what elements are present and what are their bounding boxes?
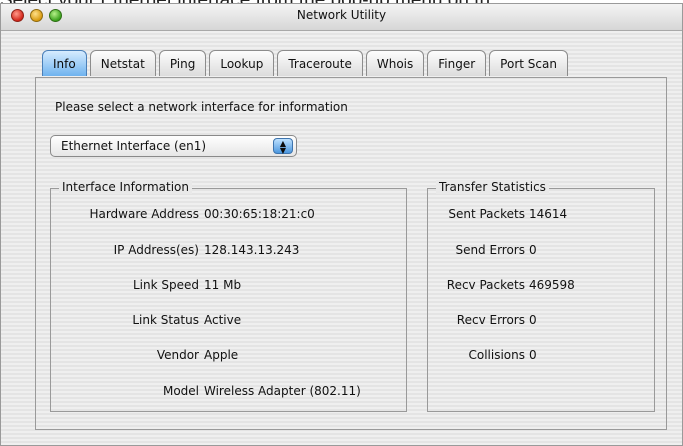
interface-information-group: Interface Information [50,180,407,412]
link-status-label: Link Status [132,313,199,327]
title-bar[interactable]: Network Utility [1,4,682,31]
recv-errors-value: 0 [529,313,537,327]
vendor-value: Apple [204,348,239,362]
send-errors-value: 0 [529,243,537,257]
vendor-label: Vendor [156,348,199,362]
tab-bar: Info Netstat Ping Lookup Traceroute Whoi… [42,50,571,78]
tab-traceroute[interactable]: Traceroute [277,50,363,76]
interface-select[interactable]: Ethernet Interface (en1) ▲ ▼ [50,135,297,157]
collisions-value: 0 [529,348,537,362]
recv-packets-label: Recv Packets [446,278,525,292]
interface-select-value: Ethernet Interface (en1) [61,139,207,153]
ip-address-value: 128.143.13.243 [204,243,300,257]
transfer-statistics-group: Transfer Statistics [427,180,655,412]
interface-information-legend: Interface Information [59,180,193,194]
hardware-address-label: Hardware Address [89,207,199,221]
link-status-value: Active [204,313,242,327]
tab-lookup[interactable]: Lookup [209,50,275,76]
model-label: Model [162,384,199,398]
popup-arrows-icon: ▲ ▼ [273,138,293,155]
hardware-address-value: 00:30:65:18:21:c0 [204,207,315,221]
sent-packets-label: Sent Packets [448,207,525,221]
tab-port-scan[interactable]: Port Scan [489,50,568,76]
recv-packets-value: 469598 [529,278,575,292]
window-title: Network Utility [296,8,387,22]
recv-errors-label: Recv Errors [456,313,525,327]
ip-address-label: IP Address(es) [113,243,199,257]
tab-finger[interactable]: Finger [427,50,487,76]
transfer-statistics-legend: Transfer Statistics [436,180,549,194]
model-value: Wireless Adapter (802.11) [204,384,361,398]
sent-packets-value: 14614 [529,207,568,221]
tab-netstat[interactable]: Netstat [89,50,156,76]
link-speed-value: 11 Mb [204,278,242,292]
tab-ping[interactable]: Ping [158,50,207,76]
collisions-label: Collisions [468,348,525,362]
tab-info[interactable]: Info [42,50,87,76]
tab-whois[interactable]: Whois [365,50,425,76]
send-errors-label: Send Errors [455,243,525,257]
interface-prompt: Please select a network interface for in… [55,100,348,114]
link-speed-label: Link Speed [132,278,199,292]
